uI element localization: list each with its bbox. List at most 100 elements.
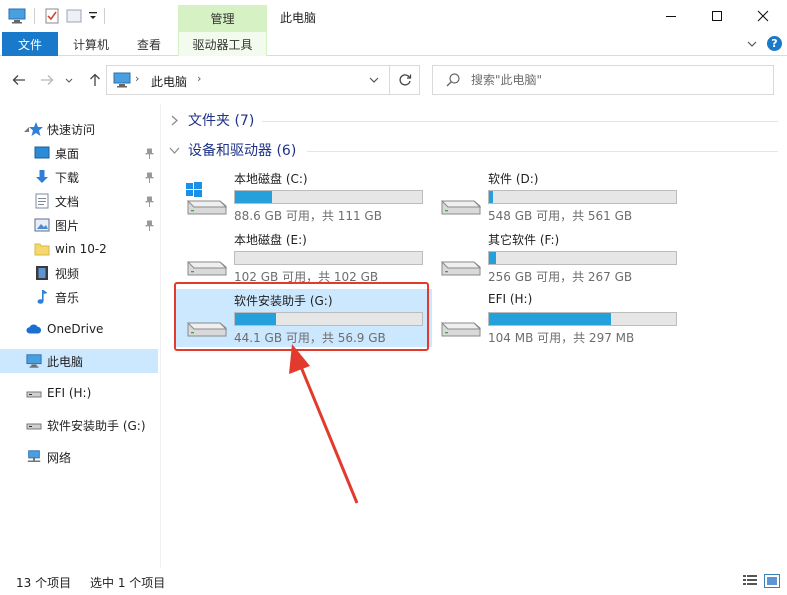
drive-tile-c[interactable]: 本地磁盘 (C:) 88.6 GB 可用，共 111 GB xyxy=(176,167,432,225)
sidebar-item-usb-g[interactable]: 软件安装助手 (G:) xyxy=(0,413,158,437)
sidebar-item-label: 此电脑 xyxy=(47,354,84,369)
breadcrumb-chevron-icon[interactable]: › xyxy=(135,72,139,85)
sidebar-item-documents[interactable]: 文档 xyxy=(0,189,158,213)
sidebar-item-quick-access[interactable]: 快速访问 xyxy=(0,117,158,141)
drive-usage-fill xyxy=(489,191,493,203)
drive-usage-fill xyxy=(489,313,611,325)
pin-icon[interactable] xyxy=(144,171,154,183)
drive-name: 本地磁盘 (E:) xyxy=(234,233,307,247)
sidebar-item-label: 视频 xyxy=(55,266,80,281)
drive-usage-fill xyxy=(489,252,497,264)
group-folders[interactable]: 文件夹 (7) xyxy=(168,109,254,131)
address-history-chevron-icon[interactable] xyxy=(365,72,383,88)
expand-ribbon-chevron-icon[interactable] xyxy=(744,36,760,52)
drive-size: 44.1 GB 可用，共 56.9 GB xyxy=(234,331,386,345)
drive-size: 104 MB 可用，共 297 MB xyxy=(488,331,635,345)
pin-icon[interactable] xyxy=(144,195,154,207)
music-icon xyxy=(34,289,50,305)
sidebar-item-efi[interactable]: EFI (H:) xyxy=(0,381,158,405)
drive-name: 其它软件 (F:) xyxy=(488,233,560,247)
drive-usage-fill xyxy=(235,191,273,203)
address-bar[interactable]: › 此电脑 › xyxy=(106,65,390,95)
drive-tile-e[interactable]: 本地磁盘 (E:) 102 GB 可用，共 102 GB xyxy=(176,228,432,286)
sidebar-item-desktop[interactable]: 桌面 xyxy=(0,141,158,165)
sidebar-item-label: 图片 xyxy=(55,218,80,233)
help-icon[interactable]: ? xyxy=(767,36,782,51)
sidebar-item-label: 音乐 xyxy=(55,290,80,305)
sidebar-item-onedrive[interactable]: OneDrive xyxy=(0,317,158,341)
group-header-label: 设备和驱动器 (6) xyxy=(188,143,297,159)
details-view-icon[interactable] xyxy=(742,574,758,588)
search-icon xyxy=(445,72,461,91)
recent-locations-chevron-icon[interactable] xyxy=(62,69,76,91)
windows-drive-icon xyxy=(182,181,230,217)
ribbon: 文件 计算机 查看 驱动器工具 ? xyxy=(0,32,787,56)
forward-arrow-icon[interactable] xyxy=(36,69,58,91)
star-icon xyxy=(28,121,44,137)
pin-icon[interactable] xyxy=(144,147,154,159)
breadcrumb-this-pc[interactable]: 此电脑 xyxy=(151,73,187,90)
video-icon xyxy=(34,265,50,281)
new-folder-icon[interactable] xyxy=(66,7,82,25)
sidebar-item-label: OneDrive xyxy=(47,322,104,336)
tab-drive-tools[interactable]: 驱动器工具 xyxy=(178,32,267,56)
properties-icon[interactable] xyxy=(44,7,60,25)
close-button[interactable] xyxy=(740,0,786,32)
quick-access-separator xyxy=(104,8,105,24)
document-icon xyxy=(34,193,50,209)
contextual-tab-group-manage: 管理 xyxy=(178,5,267,32)
back-arrow-icon[interactable] xyxy=(8,69,30,91)
breadcrumb-chevron-icon[interactable]: › xyxy=(197,72,201,85)
drive-size: 548 GB 可用，共 561 GB xyxy=(488,209,633,223)
desktop-icon xyxy=(34,145,50,161)
drive-tile-d[interactable]: 软件 (D:) 548 GB 可用，共 561 GB xyxy=(430,167,686,225)
drive-usage-bar xyxy=(234,251,423,265)
content-pane: 文件夹 (7) 设备和驱动器 (6) 本地磁盘 (C:) 88.6 GB 可用，… xyxy=(162,104,787,568)
drive-tile-f[interactable]: 其它软件 (F:) 256 GB 可用，共 267 GB xyxy=(430,228,686,286)
hard-drive-icon xyxy=(436,181,484,217)
collapse-chevron-icon[interactable] xyxy=(168,147,180,154)
minimize-button[interactable] xyxy=(648,0,694,32)
pane-divider[interactable] xyxy=(160,104,161,568)
group-header-label: 文件夹 (7) xyxy=(188,113,255,129)
maximize-button[interactable] xyxy=(694,0,740,32)
group-devices[interactable]: 设备和驱动器 (6) xyxy=(168,139,296,161)
expand-chevron-icon[interactable] xyxy=(168,115,180,126)
cloud-icon xyxy=(26,321,42,337)
sidebar-item-videos[interactable]: 视频 xyxy=(0,261,158,285)
search-input[interactable] xyxy=(471,71,761,89)
customize-toolbar-icon[interactable] xyxy=(88,7,98,25)
large-icons-view-icon[interactable] xyxy=(764,574,780,588)
drive-tile-g[interactable]: 软件安装助手 (G:) 44.1 GB 可用，共 56.9 GB xyxy=(176,289,432,347)
drive-size: 256 GB 可用，共 267 GB xyxy=(488,270,633,284)
picture-icon xyxy=(34,217,50,233)
drive-tile-h[interactable]: EFI (H:) 104 MB 可用，共 297 MB xyxy=(430,289,686,347)
sidebar-item-label: 软件安装助手 (G:) xyxy=(47,418,146,433)
computer-icon xyxy=(113,72,131,91)
tab-file[interactable]: 文件 xyxy=(2,32,58,56)
sidebar-item-downloads[interactable]: 下载 xyxy=(0,165,158,189)
pin-icon[interactable] xyxy=(144,219,154,231)
sidebar-item-this-pc[interactable]: 此电脑 xyxy=(0,349,158,373)
sidebar-item-pictures[interactable]: 图片 xyxy=(0,213,158,237)
drive-usage-bar xyxy=(234,190,423,204)
sidebar-item-network[interactable]: 网络 xyxy=(0,445,158,469)
hard-drive-icon xyxy=(182,303,230,339)
drive-size: 102 GB 可用，共 102 GB xyxy=(234,270,379,284)
drive-size: 88.6 GB 可用，共 111 GB xyxy=(234,209,382,223)
refresh-icon[interactable] xyxy=(390,65,420,95)
tab-computer[interactable]: 计算机 xyxy=(62,32,120,56)
sidebar-item-label: EFI (H:) xyxy=(47,386,92,400)
up-arrow-icon[interactable] xyxy=(84,69,106,91)
hard-drive-icon xyxy=(436,242,484,278)
sidebar-item-win10-2[interactable]: win 10-2 xyxy=(0,237,158,261)
selection-count: 选中 1 个项目 xyxy=(90,576,166,590)
hard-drive-icon xyxy=(436,303,484,339)
item-count: 13 个项目 xyxy=(16,576,72,590)
search-box[interactable] xyxy=(432,65,774,95)
sidebar-item-music[interactable]: 音乐 xyxy=(0,285,158,309)
sidebar-item-label: 快速访问 xyxy=(47,122,96,137)
tab-view[interactable]: 查看 xyxy=(126,32,172,56)
drive-name: 本地磁盘 (C:) xyxy=(234,172,308,186)
computer-icon xyxy=(26,353,42,369)
